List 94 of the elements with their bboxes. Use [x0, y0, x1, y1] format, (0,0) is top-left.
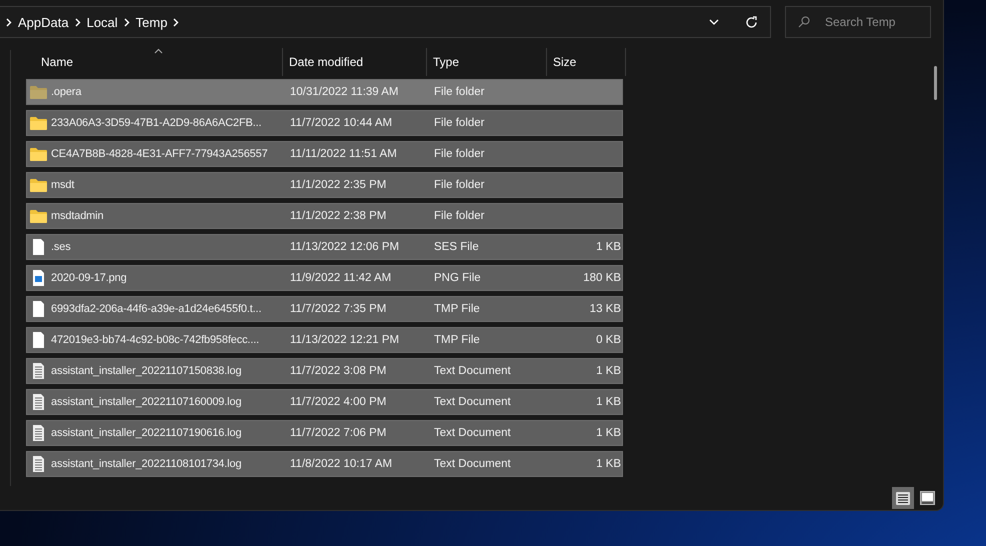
file-row[interactable]: msdtadmin 11/1/2022 2:38 PM File folder [26, 203, 623, 229]
file-name: assistant_installer_20221107150838.log [51, 365, 242, 377]
date-modified: 11/7/2022 3:08 PM [289, 365, 388, 377]
file-row[interactable]: 2020-09-17.png 11/9/2022 11:42 AM PNG File 180 KB [26, 265, 623, 291]
file-name: 233A06A3-3D59-47B1-A2D9-86A6AC2FB... [51, 117, 262, 129]
address-bar[interactable]: AppData Local Temp [0, 6, 771, 38]
file-size: 1 KB [595, 241, 622, 253]
details-view-icon [896, 492, 910, 504]
chevron-right-icon [173, 18, 180, 26]
file-row[interactable]: assistant_installer_20221107190616.log 11/7/2022 7:06 PM Text Document 1 KB [26, 420, 623, 446]
file-icon [30, 332, 47, 348]
file-type: Text Document [433, 427, 512, 439]
chevron-right-icon [124, 18, 130, 26]
date-modified: 11/13/2022 12:21 PM [289, 334, 400, 346]
file-size: 13 KB [588, 303, 622, 315]
image-file-icon [30, 270, 47, 286]
file-name: assistant_installer_20221108101734.log [51, 458, 242, 470]
file-type: TMP File [433, 303, 481, 315]
file-type: PNG File [433, 272, 482, 284]
file-icon [30, 239, 47, 255]
search-field[interactable]: Search Temp [785, 6, 931, 38]
file-name: msdtadmin [51, 210, 104, 222]
file-name: .ses [51, 241, 71, 253]
date-modified: 11/13/2022 12:06 PM [289, 241, 400, 253]
breadcrumb-item[interactable]: Local [86, 14, 118, 30]
folder-icon [30, 116, 47, 130]
date-modified: 11/7/2022 7:35 PM [289, 303, 388, 315]
preview-view-icon [920, 491, 934, 505]
file-type: SES File [433, 241, 480, 253]
file-size: 1 KB [595, 427, 622, 439]
breadcrumb-item[interactable]: AppData [18, 14, 69, 30]
column-header[interactable]: Type [427, 48, 547, 76]
file-row[interactable]: .opera 10/31/2022 11:39 AM File folder [26, 79, 623, 105]
file-name: msdt [51, 179, 74, 191]
file-name: assistant_installer_20221107190616.log [51, 427, 242, 439]
scrollbar-thumb[interactable] [934, 66, 937, 100]
folder-icon [30, 85, 47, 99]
view-toggle-button[interactable] [892, 487, 914, 509]
file-name: CE4A7B8B-4828-4E31-AFF7-77943A256557 [51, 148, 268, 160]
file-size: 180 KB [582, 272, 622, 284]
breadcrumb-item[interactable]: Temp [136, 14, 168, 30]
file-type: File folder [433, 148, 486, 160]
file-size: 1 KB [595, 365, 622, 377]
file-size: 1 KB [595, 396, 622, 408]
refresh-icon[interactable] [745, 16, 758, 28]
file-row[interactable]: 472019e3-bb74-4c92-b08c-742fb958fecc.... 11/13/2022 12:21 PM TMP File 0 KB [26, 327, 623, 353]
date-modified: 11/7/2022 7:06 PM [289, 427, 388, 439]
file-size: 0 KB [595, 334, 622, 346]
file-row[interactable]: .ses 11/13/2022 12:06 PM SES File 1 KB [26, 234, 623, 260]
file-type: File folder [433, 179, 486, 191]
file-name: .opera [51, 86, 82, 98]
file-type: TMP File [433, 334, 481, 346]
file-row[interactable]: assistant_installer_20221108101734.log 11/8/2022 10:17 AM Text Document 1 KB [26, 451, 623, 477]
chevron-right-icon [6, 18, 12, 26]
file-row[interactable]: 233A06A3-3D59-47B1-A2D9-86A6AC2FB... 11/7/2022 10:44 AM File folder [26, 110, 623, 136]
file-row[interactable]: assistant_installer_20221107160009.log 11/7/2022 4:00 PM Text Document 1 KB [26, 389, 623, 415]
file-row[interactable]: CE4A7B8B-4828-4E31-AFF7-77943A256557 11/11/2022 11:51 AM File folder [26, 141, 623, 167]
search-icon [798, 16, 810, 28]
text-document-icon [30, 363, 47, 379]
date-modified: 11/1/2022 2:38 PM [289, 210, 388, 222]
file-row[interactable]: assistant_installer_20221107150838.log 11/7/2022 3:08 PM Text Document 1 KB [26, 358, 623, 384]
file-type: File folder [433, 86, 486, 98]
file-type: Text Document [433, 396, 512, 408]
folder-icon [30, 178, 47, 192]
text-document-icon [30, 394, 47, 410]
column-header[interactable]: Size [547, 48, 626, 76]
file-type: File folder [433, 210, 486, 222]
date-modified: 11/8/2022 10:17 AM [289, 458, 394, 470]
text-document-icon [30, 456, 47, 472]
file-size: 1 KB [595, 458, 622, 470]
file-name: 2020-09-17.png [51, 272, 127, 284]
chevron-down-icon[interactable] [709, 19, 719, 25]
date-modified: 11/7/2022 4:00 PM [289, 396, 388, 408]
sort-ascending-icon [154, 48, 163, 54]
file-name: 472019e3-bb74-4c92-b08c-742fb958fecc.... [51, 334, 260, 346]
date-modified: 10/31/2022 11:39 AM [289, 86, 400, 98]
folder-icon [30, 147, 47, 161]
file-type: Text Document [433, 458, 512, 470]
folder-icon [30, 209, 47, 223]
file-type: Text Document [433, 365, 512, 377]
column-header[interactable]: Name [26, 48, 283, 76]
file-icon [30, 301, 47, 317]
date-modified: 11/7/2022 10:44 AM [289, 117, 394, 129]
file-name: assistant_installer_20221107160009.log [51, 396, 242, 408]
file-name: 6993dfa2-206a-44f6-a39e-a1d24e6455f0.t... [51, 303, 262, 315]
file-row[interactable]: msdt 11/1/2022 2:35 PM File folder [26, 172, 623, 198]
file-type: File folder [433, 117, 486, 129]
date-modified: 11/11/2022 11:51 AM [289, 148, 398, 160]
text-document-icon [30, 425, 47, 441]
file-row[interactable]: 6993dfa2-206a-44f6-a39e-a1d24e6455f0.t... 11/7/2022 7:35 PM TMP File 13 KB [26, 296, 623, 322]
date-modified: 11/9/2022 11:42 AM [289, 272, 392, 284]
chevron-right-icon [74, 18, 81, 26]
column-header[interactable]: Date modified [283, 48, 427, 76]
date-modified: 11/1/2022 2:35 PM [289, 179, 388, 191]
